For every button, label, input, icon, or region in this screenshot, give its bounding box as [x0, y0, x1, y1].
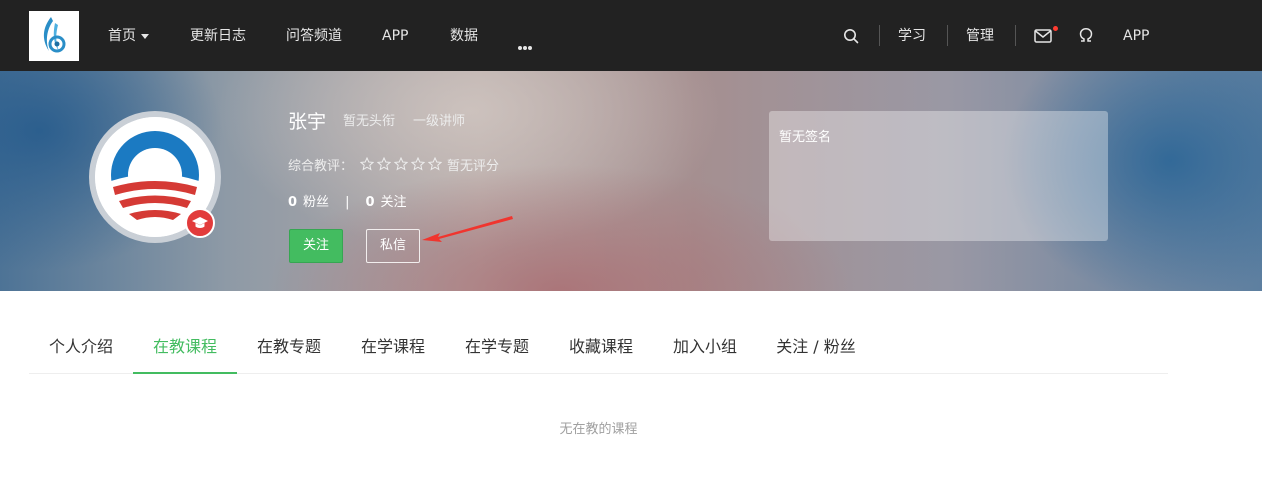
- mail-icon[interactable]: [1034, 28, 1052, 47]
- star-outline-icon: [360, 157, 375, 171]
- chevron-down-icon: [141, 33, 149, 39]
- nav-item-qa[interactable]: 问答频道: [286, 26, 342, 46]
- following-label[interactable]: 关注: [381, 195, 407, 210]
- following-count[interactable]: 0: [365, 195, 374, 210]
- follow-stats: 0 粉丝 | 0 关注: [288, 195, 407, 211]
- nav-item-app[interactable]: APP: [382, 26, 408, 46]
- rating-stars: [360, 157, 445, 176]
- user-headline: 暂无头衔: [343, 114, 396, 129]
- tab-favorite-courses[interactable]: 收藏课程: [549, 320, 653, 374]
- stats-divider: |: [345, 195, 350, 210]
- star-outline-icon: [411, 157, 426, 171]
- tab-learning-courses[interactable]: 在学课程: [341, 320, 445, 374]
- rating-row: 综合教评： 暂无评分: [288, 157, 499, 176]
- top-navbar: 首页 更新日志 问答频道 APP 数据 学习 管理 APP: [0, 0, 1262, 71]
- profile-tabs: 个人介绍 在教课程 在教专题 在学课程 在学专题 收藏课程 加入小组 关注 / …: [29, 320, 1168, 374]
- annotation-arrow-icon: [422, 216, 513, 242]
- nav-manage-link[interactable]: 管理: [966, 26, 994, 46]
- nav-item-data[interactable]: 数据: [450, 26, 478, 46]
- site-logo[interactable]: [29, 11, 79, 61]
- signature-text: 暂无签名: [779, 130, 832, 145]
- fans-count[interactable]: 0: [288, 195, 297, 210]
- rating-text: 暂无评分: [447, 158, 500, 174]
- signature-box: 暂无签名: [769, 111, 1108, 241]
- nav-divider: [879, 25, 880, 46]
- nav-item-home[interactable]: 首页: [108, 26, 149, 46]
- user-level: 一级讲师: [413, 114, 466, 129]
- nav-item-changelog[interactable]: 更新日志: [190, 26, 246, 46]
- star-outline-icon: [428, 157, 443, 171]
- nav-divider: [947, 25, 948, 46]
- tab-teaching-courses[interactable]: 在教课程: [133, 320, 237, 374]
- nav-app-link[interactable]: APP: [1123, 26, 1149, 46]
- tab-learning-topics[interactable]: 在学专题: [445, 320, 549, 374]
- tab-groups[interactable]: 加入小组: [653, 320, 757, 374]
- teacher-badge-icon: [185, 208, 215, 238]
- nav-item-label: 首页: [108, 28, 136, 44]
- follow-button[interactable]: 关注: [289, 229, 343, 263]
- nav-study-link[interactable]: 学习: [898, 26, 926, 46]
- search-icon[interactable]: [843, 28, 859, 48]
- empty-state-message: 无在教的课程: [559, 422, 638, 437]
- star-outline-icon: [394, 157, 409, 171]
- profile-banner: 张宇 暂无头衔 一级讲师 综合教评： 暂无评分 0 粉丝 | 0 关注 关注 私信 暂无…: [0, 71, 1262, 291]
- rating-label: 综合教评：: [288, 158, 354, 174]
- tab-teaching-topics[interactable]: 在教专题: [237, 320, 341, 374]
- star-outline-icon: [377, 157, 392, 171]
- more-icon[interactable]: [518, 35, 533, 54]
- user-name: 张宇: [288, 111, 327, 133]
- tab-follow-fans[interactable]: 关注 / 粉丝: [757, 320, 875, 374]
- user-icon[interactable]: [1078, 27, 1094, 47]
- nav-divider: [1015, 25, 1016, 46]
- tab-intro[interactable]: 个人介绍: [29, 320, 133, 374]
- message-button[interactable]: 私信: [366, 229, 420, 263]
- fans-label[interactable]: 粉丝: [303, 195, 329, 210]
- notification-dot: [1053, 26, 1058, 31]
